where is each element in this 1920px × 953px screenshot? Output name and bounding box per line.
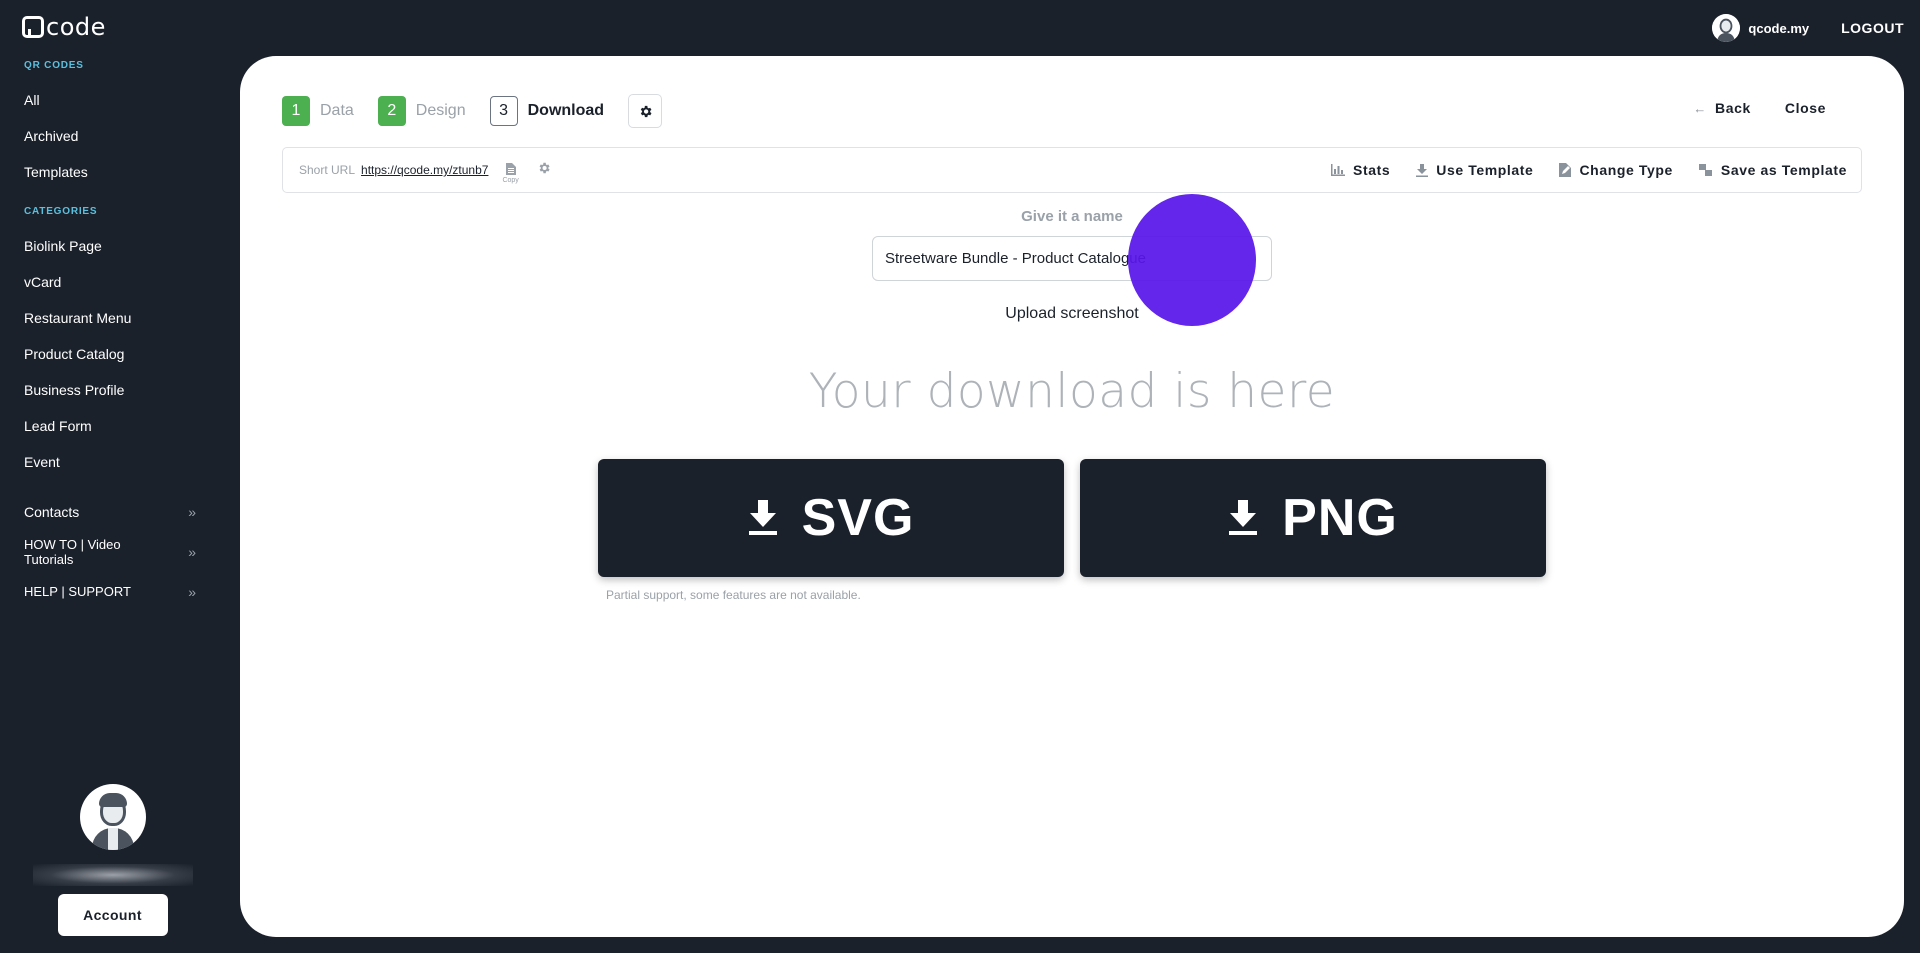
sidebar-item-archived[interactable]: Archived bbox=[0, 118, 220, 154]
settings-button[interactable] bbox=[628, 94, 663, 128]
short-url-label: Short URL bbox=[299, 163, 356, 177]
download-icon bbox=[748, 500, 778, 536]
step-data[interactable]: 1 Data bbox=[282, 96, 354, 126]
sidebar-account-area: Account bbox=[30, 784, 195, 936]
download-svg-button[interactable]: SVG bbox=[598, 459, 1064, 577]
sidebar-item-contacts[interactable]: Contacts » bbox=[0, 494, 220, 530]
svg-label: SVG bbox=[801, 489, 915, 547]
gear-icon bbox=[640, 105, 652, 117]
upload-screenshot-link[interactable]: Upload screenshot bbox=[240, 305, 1904, 323]
arrow-left-icon: ← bbox=[1693, 100, 1707, 116]
sidebar-item-restaurant-menu[interactable]: Restaurant Menu bbox=[0, 300, 220, 336]
download-icon bbox=[1228, 500, 1258, 536]
step-label: Data bbox=[320, 102, 354, 119]
png-label: PNG bbox=[1282, 489, 1398, 547]
account-glow-divider bbox=[32, 864, 193, 886]
svg-partial-support-note: Partial support, some features are not a… bbox=[606, 588, 861, 602]
logo-text: code bbox=[46, 13, 106, 41]
sidebar-item-business-profile[interactable]: Business Profile bbox=[0, 372, 220, 408]
qr-logo-icon bbox=[22, 16, 44, 38]
back-label: Back bbox=[1715, 100, 1751, 116]
chevron-double-right-icon: » bbox=[188, 543, 196, 560]
panel-nav: ← Back Close bbox=[1659, 100, 1826, 116]
download-heading: Your download is here bbox=[808, 364, 1336, 419]
step-number: 2 bbox=[377, 96, 406, 126]
copy-label: Copy bbox=[502, 176, 519, 184]
chevron-double-right-icon: » bbox=[188, 584, 196, 600]
use-template-button[interactable]: Use Template bbox=[1416, 162, 1533, 178]
close-button[interactable]: Close bbox=[1785, 100, 1826, 116]
account-button[interactable]: Account bbox=[57, 894, 168, 936]
sidebar-item-event[interactable]: Event bbox=[0, 444, 220, 480]
step-number: 3 bbox=[489, 96, 518, 126]
wizard-steps: 1 Data 2 Design 3 Download bbox=[282, 94, 663, 128]
sidebar-item-templates[interactable]: Templates bbox=[0, 154, 220, 190]
download-png-button[interactable]: PNG bbox=[1080, 459, 1546, 577]
sidebar-item-label: Contacts bbox=[24, 504, 80, 520]
top-user-bar: qcode.my LOGOUT bbox=[1712, 14, 1904, 42]
download-icon bbox=[1416, 163, 1429, 177]
step-number: 1 bbox=[282, 96, 310, 126]
sidebar-item-lead-form[interactable]: Lead Form bbox=[0, 408, 220, 444]
user-name[interactable]: qcode.my bbox=[1748, 21, 1809, 36]
sidebar-item-help-support[interactable]: HELP | SUPPORT » bbox=[0, 574, 220, 610]
gear-icon bbox=[539, 162, 550, 173]
change-type-button[interactable]: Change Type bbox=[1559, 162, 1672, 178]
toolbar-actions: Stats Use Template Change Type Save as T… bbox=[1305, 162, 1847, 178]
short-url-link[interactable]: https://qcode.my/ztunb7 bbox=[361, 163, 488, 177]
document-copy-icon bbox=[505, 162, 516, 175]
sidebar-item-label: HOW TO | Video Tutorials bbox=[24, 537, 121, 567]
step-label: Design bbox=[415, 102, 466, 119]
sidebar-item-video-tutorials[interactable]: HOW TO | Video Tutorials » bbox=[0, 530, 220, 574]
save-as-template-label: Save as Template bbox=[1720, 162, 1847, 178]
sidebar-item-product-catalog[interactable]: Product Catalog bbox=[0, 336, 220, 372]
chevron-double-right-icon: » bbox=[188, 504, 196, 520]
template-icon bbox=[1698, 163, 1713, 177]
back-button[interactable]: ← Back bbox=[1693, 100, 1750, 116]
stats-label: Stats bbox=[1353, 162, 1391, 178]
app-logo[interactable]: code bbox=[22, 13, 106, 41]
sidebar-section-qr-codes: QR CODES bbox=[24, 60, 84, 71]
change-type-label: Change Type bbox=[1579, 162, 1673, 178]
sidebar-item-all[interactable]: All bbox=[0, 82, 220, 118]
user-avatar-icon[interactable] bbox=[1712, 14, 1741, 42]
save-as-template-button[interactable]: Save as Template bbox=[1698, 162, 1847, 178]
step-download[interactable]: 3 Download bbox=[489, 96, 605, 126]
main-panel: 1 Data 2 Design 3 Download ← Back Close … bbox=[240, 56, 1904, 937]
sidebar: QR CODES All Archived Templates CATEGORI… bbox=[0, 56, 220, 610]
bar-chart-icon bbox=[1331, 164, 1346, 176]
sidebar-item-label: HELP | SUPPORT bbox=[24, 584, 131, 599]
step-design[interactable]: 2 Design bbox=[377, 96, 466, 126]
account-avatar-icon[interactable] bbox=[79, 784, 146, 850]
name-field-title: Give it a name bbox=[1021, 208, 1123, 225]
close-label: Close bbox=[1784, 100, 1826, 116]
sidebar-section-categories: CATEGORIES bbox=[24, 206, 98, 217]
stats-button[interactable]: Stats bbox=[1331, 162, 1390, 178]
logout-button[interactable]: LOGOUT bbox=[1841, 20, 1904, 36]
copy-button[interactable]: Copy bbox=[502, 162, 519, 184]
use-template-label: Use Template bbox=[1436, 162, 1534, 178]
edit-document-icon bbox=[1559, 163, 1572, 177]
sidebar-item-vcard[interactable]: vCard bbox=[0, 264, 220, 300]
url-settings-button[interactable] bbox=[537, 161, 551, 180]
sidebar-item-biolink-page[interactable]: Biolink Page bbox=[0, 228, 220, 264]
step-label: Download bbox=[527, 102, 605, 119]
qr-toolbar: Short URL https://qcode.my/ztunb7 Copy S… bbox=[282, 147, 1862, 193]
